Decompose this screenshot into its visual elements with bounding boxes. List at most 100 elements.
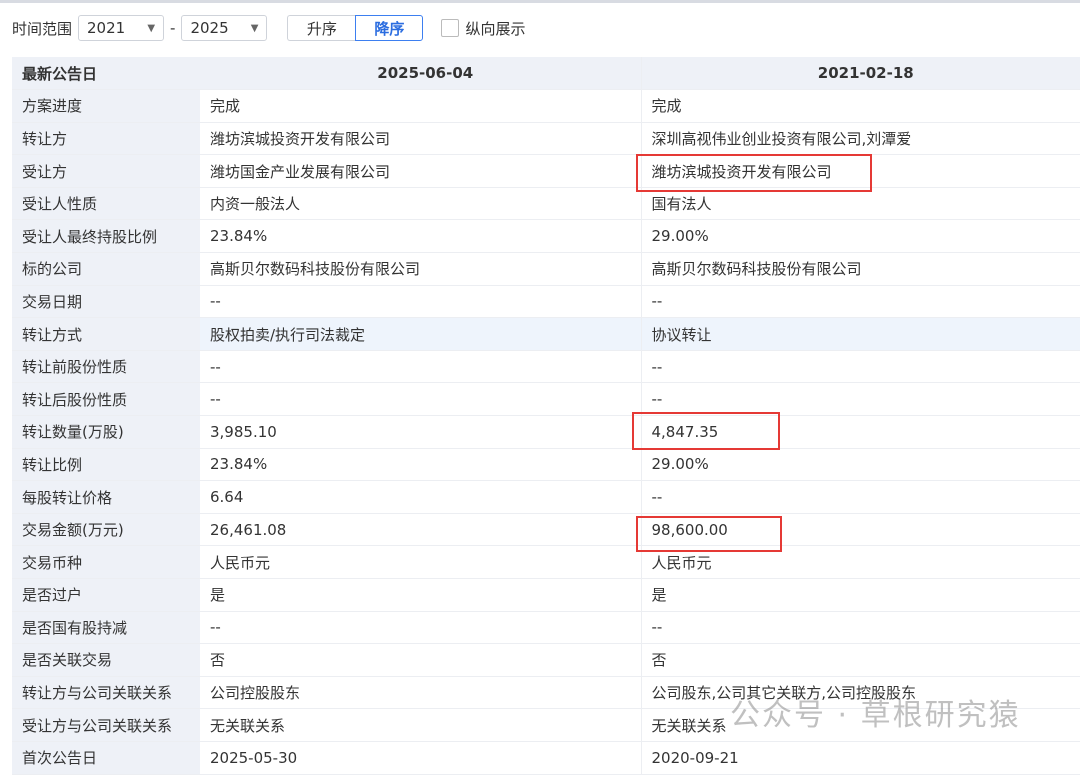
table-row: 是否国有股持减 -- -- <box>12 611 1080 645</box>
top-border <box>0 0 1080 3</box>
row-label: 是否国有股持减 <box>12 611 200 645</box>
row-value: 29.00% <box>641 219 1080 254</box>
row-label: 方案进度 <box>12 89 200 123</box>
table-header: 最新公告日 2025-06-04 2021-02-18 <box>12 57 1080 91</box>
table-row: 交易金额(万元) 26,461.08 98,600.00 <box>12 513 1080 547</box>
table-row: 受让人性质 内资一般法人 国有法人 <box>12 187 1080 221</box>
table-row: 交易币种 人民币元 人民币元 <box>12 545 1080 579</box>
row-label: 是否过户 <box>12 578 200 612</box>
row-label: 交易币种 <box>12 545 200 579</box>
ascending-button[interactable]: 升序 <box>287 15 356 41</box>
row-value: 人民币元 <box>200 545 642 579</box>
row-value: -- <box>641 480 1080 514</box>
row-value: 2025-05-30 <box>200 741 642 775</box>
table-row: 转让后股份性质 -- -- <box>12 382 1080 417</box>
row-value: 23.84% <box>200 219 642 254</box>
row-value: 是 <box>200 578 642 612</box>
row-value: 深圳高视伟业创业投资有限公司,刘潭爱 <box>641 122 1080 156</box>
from-year-value: 2021 <box>87 19 126 37</box>
row-value: 潍坊国金产业发展有限公司 <box>200 154 642 188</box>
row-label: 转让比例 <box>12 448 200 482</box>
highlight-box <box>632 412 780 450</box>
row-value: 无关联关系 <box>200 708 642 742</box>
row-label: 转让方式 <box>12 317 200 351</box>
row-value: -- <box>641 611 1080 645</box>
row-label: 是否关联交易 <box>12 643 200 677</box>
row-value: 潍坊滨城投资开发有限公司 <box>200 122 642 156</box>
row-value: -- <box>200 611 642 645</box>
row-value: 完成 <box>200 89 642 123</box>
row-label: 受让方 <box>12 154 200 188</box>
vertical-checkbox[interactable] <box>441 19 460 37</box>
sort-toggle: 升序 降序 <box>287 15 424 41</box>
header-label: 最新公告日 <box>12 57 200 91</box>
row-label: 转让前股份性质 <box>12 350 200 384</box>
row-value: 协议转让 <box>641 317 1080 351</box>
row-value: 29.00% <box>641 448 1080 482</box>
row-value: -- <box>641 350 1080 384</box>
row-value: 26,461.08 <box>200 513 642 547</box>
row-label: 转让后股份性质 <box>12 382 200 417</box>
from-year-select[interactable]: 2021 ▼ <box>78 15 165 41</box>
to-year-value: 2025 <box>190 19 229 37</box>
row-value: -- <box>200 285 642 319</box>
row-label: 首次公告日 <box>12 741 200 775</box>
range-separator: - <box>170 19 176 37</box>
row-value: 内资一般法人 <box>200 187 642 221</box>
table-row: 是否关联交易否否 <box>12 643 1080 677</box>
row-value: -- <box>641 285 1080 319</box>
table-row: 标的公司 高斯贝尔数码科技股份有限公司 高斯贝尔数码科技股份有限公司 <box>12 252 1080 286</box>
table-row: 受让人最终持股比例 23.84% 29.00% <box>12 219 1080 254</box>
table-row: 转让比例 23.84% 29.00% <box>12 448 1080 482</box>
row-value: 公司控股股东 <box>200 676 642 710</box>
table-row: 转让方式 股权拍卖/执行司法裁定 协议转让 <box>12 317 1080 351</box>
row-label: 交易金额(万元) <box>12 513 200 547</box>
row-label: 受让人性质 <box>12 187 200 221</box>
table-row: 转让方 潍坊滨城投资开发有限公司 深圳高视伟业创业投资有限公司,刘潭爱 <box>12 122 1080 156</box>
row-value: 2020-09-21 <box>641 741 1080 775</box>
row-value: 股权拍卖/执行司法裁定 <box>200 317 642 351</box>
table-row: 交易日期 -- -- <box>12 285 1080 319</box>
chevron-down-icon: ▼ <box>147 22 156 34</box>
row-value: -- <box>641 382 1080 417</box>
toolbar: 时间范围 2021 ▼ - 2025 ▼ 升序 降序 纵向展示 <box>12 15 525 41</box>
row-value: -- <box>200 350 642 384</box>
row-value: 完成 <box>641 89 1080 123</box>
descending-button[interactable]: 降序 <box>355 15 424 41</box>
row-label: 每股转让价格 <box>12 480 200 514</box>
row-value: -- <box>200 382 642 417</box>
table-row: 首次公告日 2025-05-30 2020-09-21 <box>12 741 1080 775</box>
header-col2: 2021-02-18 <box>641 57 1080 91</box>
table-row: 转让前股份性质 -- -- <box>12 350 1080 384</box>
watermark: 公众号 · 草根研究猿 <box>730 698 1021 733</box>
row-label: 受让方与公司关联关系 <box>12 708 200 742</box>
row-value: 高斯贝尔数码科技股份有限公司 <box>200 252 642 286</box>
table-row: 是否过户是是 <box>12 578 1080 612</box>
header-col1: 2025-06-04 <box>200 57 642 91</box>
highlight-box <box>636 154 872 192</box>
row-label: 交易日期 <box>12 285 200 319</box>
table-row: 每股转让价格 6.64 -- <box>12 480 1080 514</box>
row-value: 否 <box>641 643 1080 677</box>
table-row: 转让数量(万股) 3,985.10 4,847.35 <box>12 415 1080 449</box>
chevron-down-icon: ▼ <box>250 22 259 34</box>
table-row: 方案进度 完成 完成 <box>12 89 1080 123</box>
highlight-box <box>636 516 782 552</box>
row-label: 转让方 <box>12 122 200 156</box>
row-label: 转让数量(万股) <box>12 415 200 449</box>
row-value: 6.64 <box>200 480 642 514</box>
table-row: 受让方 潍坊国金产业发展有限公司 潍坊滨城投资开发有限公司 <box>12 154 1080 188</box>
row-value: 23.84% <box>200 448 642 482</box>
row-label: 转让方与公司关联关系 <box>12 676 200 710</box>
row-value: 3,985.10 <box>200 415 642 449</box>
row-label: 标的公司 <box>12 252 200 286</box>
row-value: 国有法人 <box>641 187 1080 221</box>
transfer-table: 最新公告日 2025-06-04 2021-02-18 方案进度 完成 完成 转让方潍… <box>12 57 1080 775</box>
row-label: 受让人最终持股比例 <box>12 219 200 254</box>
row-value: 高斯贝尔数码科技股份有限公司 <box>641 252 1080 286</box>
to-year-select[interactable]: 2025 ▼ <box>181 15 268 41</box>
range-label: 时间范围 <box>12 19 73 38</box>
row-value: 否 <box>200 643 642 677</box>
vertical-label: 纵向展示 <box>465 19 526 38</box>
row-value: 是 <box>641 578 1080 612</box>
